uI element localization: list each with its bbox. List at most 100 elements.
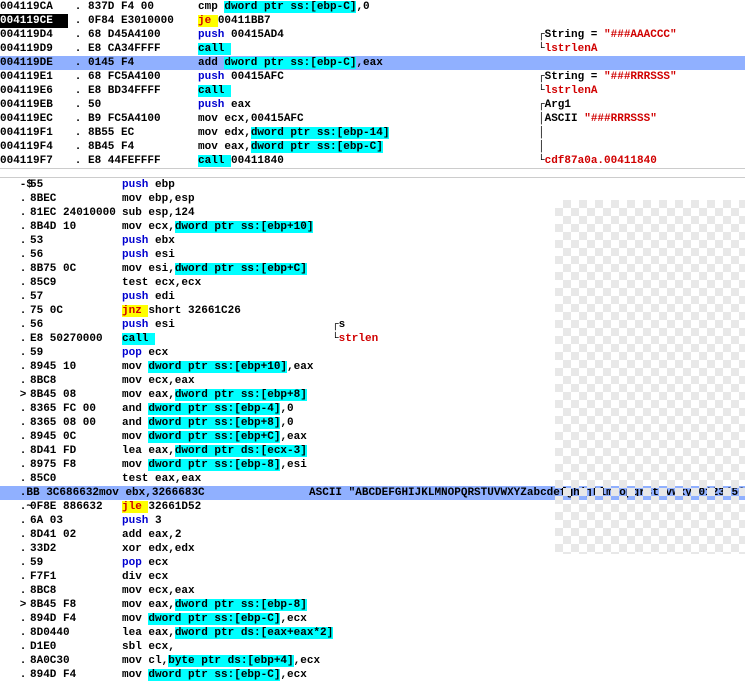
disassembly: call xyxy=(198,42,538,56)
marker: -$ xyxy=(0,178,30,192)
hex-bytes: E8 44FEFFFF xyxy=(88,154,198,168)
disasm-row[interactable]: .8A0C30mov cl,byte ptr ds:[ebp+4],ecx xyxy=(0,654,745,668)
hex-bytes: 8A0C30 xyxy=(30,654,122,668)
disasm-row[interactable]: .8BC8mov ecx,eax xyxy=(0,584,745,598)
disasm-row[interactable]: 004119F1.8B55 ECmov edx,dword ptr ss:[eb… xyxy=(0,126,745,140)
comment xyxy=(332,584,745,598)
marker: . xyxy=(0,514,30,528)
disasm-row[interactable]: 004119E1.68 FC5A4100push 00415AFC┌String… xyxy=(0,70,745,84)
disassembly: mov edx,dword ptr ss:[ebp-14] xyxy=(198,126,538,140)
disassembly: mov dword ptr ss:[ebp-C],ecx xyxy=(122,612,332,626)
disasm-row[interactable]: .F7F1div ecx xyxy=(0,570,745,584)
address: 004119DE xyxy=(0,56,68,70)
hex-bytes: 85C9 xyxy=(30,276,122,290)
hex-bytes: 8945 0C xyxy=(30,430,122,444)
marker: . xyxy=(0,416,30,430)
marker: . xyxy=(68,154,88,168)
address: 004119D4 xyxy=(0,28,68,42)
disasm-top-pane: 004119CA.837D F4 00cmp dword ptr ss:[ebp… xyxy=(0,0,745,168)
hex-bytes: 56 xyxy=(30,318,122,332)
disasm-row[interactable]: 004119D4.68 D45A4100push 00415AD4┌String… xyxy=(0,28,745,42)
disassembly: mov dword ptr ss:[ebp-C],ecx xyxy=(122,668,332,682)
disassembly: sbl ecx, xyxy=(122,640,332,654)
marker: . xyxy=(0,640,30,654)
hex-bytes: 8B45 F8 xyxy=(30,598,122,612)
comment xyxy=(333,626,745,640)
disasm-row[interactable]: 004119CA.837D F4 00cmp dword ptr ss:[ebp… xyxy=(0,0,745,14)
comment xyxy=(332,654,745,668)
disasm-row[interactable]: 004119F4.8B45 F4mov eax,dword ptr ss:[eb… xyxy=(0,140,745,154)
comment: ┌String = "###AAACCC" xyxy=(538,28,677,42)
disasm-row[interactable]: .59pop ecx xyxy=(0,556,745,570)
marker: . xyxy=(0,262,30,276)
marker: . xyxy=(0,486,26,500)
hex-bytes: 8975 F8 xyxy=(30,458,122,472)
disassembly: test eax,eax xyxy=(122,472,332,486)
hex-bytes: F7F1 xyxy=(30,570,122,584)
comment: ┌Arg1 xyxy=(538,98,571,112)
marker: . xyxy=(0,612,30,626)
hex-bytes: 53 xyxy=(30,234,122,248)
hex-bytes: 8BC8 xyxy=(30,584,122,598)
comment xyxy=(332,668,745,682)
disassembly: sub esp,124 xyxy=(122,206,332,220)
transparency-checker xyxy=(555,200,745,554)
hex-bytes: 55 xyxy=(30,178,122,192)
disasm-row[interactable]: .894D F4mov dword ptr ss:[ebp-C],ecx xyxy=(0,612,745,626)
pane-separator xyxy=(0,168,745,178)
hex-bytes: 8B55 EC xyxy=(88,126,198,140)
hex-bytes: 59 xyxy=(30,346,122,360)
disassembly: pop ecx xyxy=(122,346,332,360)
hex-bytes: 8365 FC 00 xyxy=(30,402,122,416)
comment xyxy=(332,598,745,612)
disassembly: mov esi,dword ptr ss:[ebp+C] xyxy=(122,262,332,276)
address: 004119F4 xyxy=(0,140,68,154)
address: 004119D9 xyxy=(0,42,68,56)
disasm-row[interactable]: 004119EB.50push eax┌Arg1 xyxy=(0,98,745,112)
disasm-row[interactable]: 004119E6.E8 BD34FFFFcall └lstrlenA xyxy=(0,84,745,98)
hex-bytes: 8B45 08 xyxy=(30,388,122,402)
hex-bytes: 8B45 F4 xyxy=(88,140,198,154)
hex-bytes: 59 xyxy=(30,556,122,570)
disasm-row[interactable]: .D1E0sbl ecx, xyxy=(0,640,745,654)
disassembly: mov ecx,dword ptr ss:[ebp+10] xyxy=(122,220,332,234)
disassembly: mov ebp,esp xyxy=(122,192,332,206)
disasm-row[interactable]: .894D F4mov dword ptr ss:[ebp-C],ecx xyxy=(0,668,745,682)
hex-bytes: 8BC8 xyxy=(30,374,122,388)
comment: ┌String = "###RRRSSS" xyxy=(538,70,677,84)
disasm-row[interactable]: -$55push ebp xyxy=(0,178,745,192)
comment: └lstrlenA xyxy=(538,84,597,98)
disassembly: push eax xyxy=(198,98,538,112)
hex-bytes: 8D41 FD xyxy=(30,444,122,458)
disassembly: test ecx,ecx xyxy=(122,276,332,290)
disasm-row[interactable]: 004119DE.0145 F4add dword ptr ss:[ebp-C]… xyxy=(0,56,745,70)
marker: . xyxy=(0,220,30,234)
disasm-row[interactable]: 004119CE.0F84 E3010000je 00411BB7 xyxy=(0,14,745,28)
marker: . xyxy=(0,668,30,682)
marker: . xyxy=(0,248,30,262)
disassembly: mov eax,dword ptr ss:[ebp+8] xyxy=(122,388,332,402)
disassembly: push ebp xyxy=(122,178,332,192)
hex-bytes: 8365 08 00 xyxy=(30,416,122,430)
disasm-row[interactable]: 004119EC.B9 FC5A4100mov ecx,00415AFC│ASC… xyxy=(0,112,745,126)
marker: . xyxy=(68,0,88,14)
hex-bytes: 50 xyxy=(88,98,198,112)
disassembly: mov ecx,eax xyxy=(122,584,332,598)
hex-bytes: E8 50270000 xyxy=(30,332,122,346)
marker: . xyxy=(0,570,30,584)
disasm-row[interactable]: .8D0440lea eax,dword ptr ds:[eax+eax*2] xyxy=(0,626,745,640)
disasm-row[interactable]: >8B45 F8mov eax,dword ptr ss:[ebp-8] xyxy=(0,598,745,612)
disasm-row[interactable]: 004119D9.E8 CA34FFFFcall └lstrlenA xyxy=(0,42,745,56)
comment xyxy=(332,570,745,584)
hex-bytes: 8BEC xyxy=(30,192,122,206)
comment xyxy=(332,178,745,192)
marker: . xyxy=(0,276,30,290)
disassembly: push esi xyxy=(122,248,332,262)
comment: └cdf87a0a.00411840 xyxy=(538,154,657,168)
marker: . xyxy=(0,626,30,640)
disassembly: mov eax,dword ptr ss:[ebp-C] xyxy=(198,140,538,154)
disasm-row[interactable]: 004119F7.E8 44FEFFFFcall 00411840└cdf87a… xyxy=(0,154,745,168)
address: 004119F7 xyxy=(0,154,68,168)
disassembly: push esi xyxy=(122,318,332,332)
disassembly: call xyxy=(198,84,538,98)
